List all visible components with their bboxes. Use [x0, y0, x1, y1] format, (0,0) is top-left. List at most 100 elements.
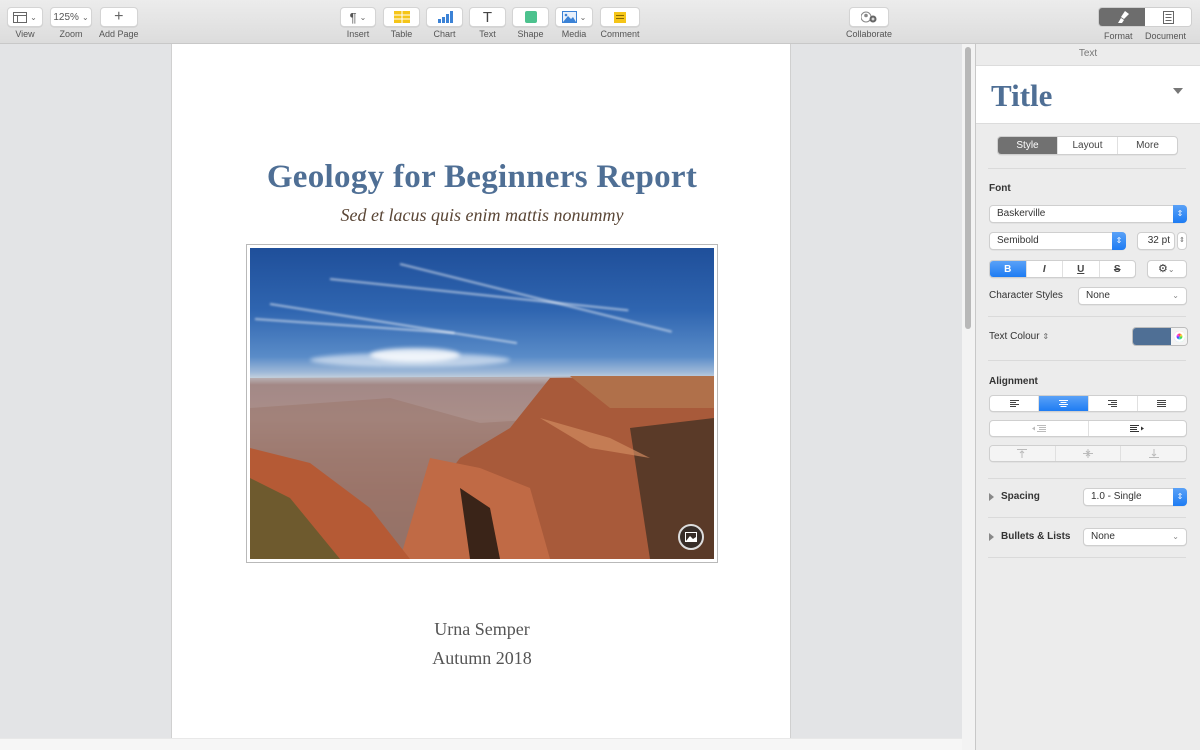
- character-styles-popup[interactable]: None ⌄: [1078, 287, 1187, 305]
- strikethrough-button[interactable]: S: [1098, 261, 1136, 277]
- updown-chevron-icon: ⇕: [1042, 332, 1050, 341]
- typeface-popup[interactable]: Semibold ⇕: [989, 232, 1126, 250]
- comment-button[interactable]: [600, 7, 640, 27]
- collaborate-button[interactable]: [849, 7, 890, 27]
- alignment-label: Alignment: [989, 376, 1038, 387]
- text-button[interactable]: T: [469, 7, 506, 27]
- insert-button[interactable]: ¶ ⌄: [340, 7, 376, 27]
- media-button[interactable]: ⌄: [555, 7, 593, 27]
- replace-image-button[interactable]: [678, 524, 704, 550]
- zoom-dropdown[interactable]: 125% ⌄: [50, 7, 92, 27]
- justify-button[interactable]: [1136, 396, 1186, 411]
- shape-control[interactable]: Shape: [512, 7, 549, 39]
- align-bottom-button[interactable]: [1120, 446, 1186, 461]
- decrease-indent-icon: [1031, 425, 1046, 432]
- media-control[interactable]: ⌄ Media: [555, 7, 593, 39]
- view-button[interactable]: ⌄: [7, 7, 43, 27]
- tab-layout[interactable]: Layout: [1057, 137, 1117, 154]
- disclosure-triangle-icon[interactable]: [989, 493, 994, 501]
- add-page-button[interactable]: +: [99, 7, 138, 27]
- paragraph-style-name: Title: [991, 78, 1053, 113]
- format-inspector: Text Title Style Layout More Font Basker…: [975, 44, 1200, 750]
- chart-label: Chart: [433, 29, 456, 39]
- paragraph-style-selector[interactable]: Title: [976, 66, 1200, 124]
- align-top-icon: [1017, 449, 1028, 458]
- author-name[interactable]: Urna Semper: [172, 619, 792, 640]
- align-center-button[interactable]: [1038, 396, 1088, 411]
- document-page[interactable]: Geology for Beginners Report Sed et lacu…: [171, 44, 791, 738]
- collaborate-control[interactable]: Collaborate: [846, 7, 892, 39]
- font-size-stepper[interactable]: ⇕: [1177, 232, 1187, 250]
- document-subtitle[interactable]: Sed et lacus quis enim mattis nonummy: [172, 205, 792, 226]
- media-icon: [561, 11, 577, 23]
- collaborate-label: Collaborate: [846, 29, 893, 39]
- bold-button[interactable]: B: [990, 261, 1026, 277]
- format-button[interactable]: [1099, 8, 1145, 26]
- scrollbar-thumb[interactable]: [965, 47, 971, 329]
- canyon-photo[interactable]: [250, 248, 714, 559]
- disclosure-triangle-icon[interactable]: [989, 533, 994, 541]
- text-colour-label[interactable]: Text Colour ⇕: [989, 331, 1049, 342]
- chevron-down-icon: ⌄: [1167, 265, 1175, 274]
- table-icon: [393, 11, 410, 23]
- chevron-down-icon: ⌄: [1172, 532, 1179, 541]
- align-top-button[interactable]: [990, 446, 1055, 461]
- font-style-buttons: B I U S: [989, 260, 1136, 278]
- divider: [988, 360, 1186, 361]
- font-family-popup[interactable]: Baskerville ⇕: [989, 205, 1187, 223]
- advanced-options-button[interactable]: ⚙⌄: [1147, 260, 1187, 278]
- table-control[interactable]: Table: [383, 7, 420, 39]
- document-date[interactable]: Autumn 2018: [172, 648, 792, 669]
- view-control[interactable]: ⌄ View: [7, 7, 43, 39]
- dropdown-arrow-icon[interactable]: [1173, 88, 1183, 94]
- document-button[interactable]: [1145, 8, 1191, 26]
- align-center-icon: [1058, 400, 1068, 407]
- chart-button[interactable]: [426, 7, 463, 27]
- vertical-scrollbar[interactable]: [962, 44, 975, 750]
- document-label: Document: [1145, 31, 1187, 41]
- plus-icon: +: [114, 8, 124, 25]
- comment-control[interactable]: Comment: [600, 7, 640, 39]
- inspector-switcher: [1098, 7, 1192, 27]
- align-left-icon: [1009, 400, 1019, 407]
- document-canvas[interactable]: Geology for Beginners Report Sed et lacu…: [0, 44, 962, 738]
- document-title[interactable]: Geology for Beginners Report: [172, 159, 792, 196]
- bullets-lists-popup[interactable]: None ⌄: [1083, 528, 1187, 546]
- align-middle-button[interactable]: [1054, 446, 1121, 461]
- image-frame[interactable]: [246, 244, 718, 563]
- colour-wheel-button[interactable]: [1171, 328, 1187, 345]
- media-label: Media: [561, 29, 587, 39]
- image-icon: [685, 532, 697, 542]
- spacing-label[interactable]: Spacing: [1001, 491, 1040, 502]
- insert-control[interactable]: ¶ ⌄ Insert: [340, 7, 376, 39]
- font-size-field[interactable]: 32 pt: [1137, 232, 1175, 250]
- align-right-button[interactable]: [1087, 396, 1137, 411]
- decrease-indent-button[interactable]: [990, 421, 1088, 436]
- chart-control[interactable]: Chart: [426, 7, 463, 39]
- spacing-popup[interactable]: 1.0 - Single ⇕: [1083, 488, 1187, 506]
- justify-icon: [1157, 400, 1167, 407]
- text-icon: T: [482, 8, 493, 26]
- character-styles-value: None: [1086, 290, 1110, 301]
- font-family-value: Baskerville: [997, 208, 1046, 219]
- view-label: View: [15, 29, 35, 39]
- inspector-tabs: Style Layout More: [997, 136, 1178, 155]
- align-left-button[interactable]: [990, 396, 1038, 411]
- gear-icon: ⚙: [1158, 263, 1168, 275]
- text-control[interactable]: T Text: [469, 7, 506, 39]
- tab-style[interactable]: Style: [998, 137, 1057, 154]
- table-button[interactable]: [383, 7, 420, 27]
- shape-button[interactable]: [512, 7, 549, 27]
- add-page-control[interactable]: + Add Page: [99, 7, 139, 39]
- chevron-down-icon: ⌄: [30, 12, 37, 22]
- tab-more[interactable]: More: [1117, 137, 1177, 154]
- vertical-alignment-buttons: [989, 445, 1187, 462]
- document-icon: [1162, 10, 1174, 24]
- increase-indent-button[interactable]: [1087, 421, 1187, 436]
- underline-button[interactable]: U: [1062, 261, 1099, 277]
- bullets-lists-label[interactable]: Bullets & Lists: [1001, 531, 1070, 542]
- text-colour-text: Text Colour: [989, 331, 1040, 342]
- text-colour-well[interactable]: [1133, 328, 1171, 345]
- zoom-control[interactable]: 125% ⌄ Zoom: [50, 7, 92, 39]
- italic-button[interactable]: I: [1025, 261, 1063, 277]
